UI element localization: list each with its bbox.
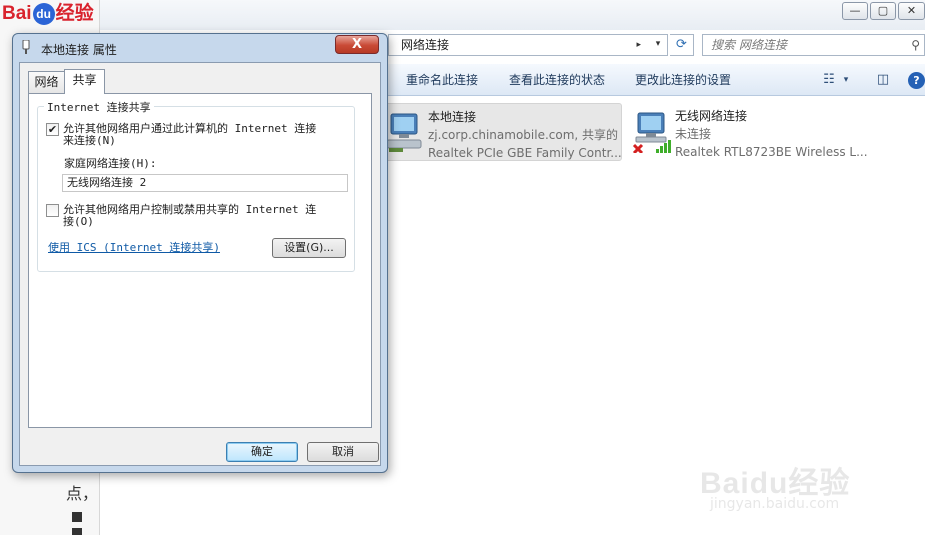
address-dropdown-icon[interactable]: ▾ (648, 34, 668, 56)
address-path[interactable]: 网络连接 (401, 38, 449, 52)
connection-local-text: 本地连接 zj.corp.chinamobile.com, 共享的 Realte… (428, 108, 622, 162)
dialog-titlebar[interactable]: 本地连接 属性 X (13, 34, 387, 62)
settings-button[interactable]: 设置(G)... (272, 238, 346, 258)
view-options-icon[interactable]: ☷ (820, 72, 838, 88)
connection-wireless[interactable]: 无线网络连接 未连接 Realtek RTL8723BE Wireless L.… (628, 103, 888, 161)
sharing-tab-panel: Internet 连接共享 ✔ 允许其他网络用户通过此计算机的 Internet… (28, 93, 372, 428)
baidu-watermark: Baidu经验 jingyan.baidu.com (700, 440, 880, 520)
watermark-url: jingyan.baidu.com (710, 496, 840, 512)
connection-wireless-text: 无线网络连接 未连接 Realtek RTL8723BE Wireless L.… (675, 107, 868, 161)
dialog-title: 本地连接 属性 (41, 43, 117, 57)
allow-control-checkbox[interactable] (46, 204, 59, 217)
home-network-label: 家庭网络连接(H): (64, 157, 157, 170)
maximize-button[interactable]: ▢ (870, 2, 896, 20)
allow-control-label: 允许其他网络用户控制或禁用共享的 Internet 连 (63, 203, 317, 216)
allow-connect-label-2: 来连接(N) (63, 134, 116, 147)
ics-help-link[interactable]: 使用 ICS (Internet 连接共享) (48, 239, 220, 255)
connection-name: 无线网络连接 (675, 109, 748, 123)
dialog-body: 网络 共享 Internet 连接共享 ✔ 允许其他网络用户通过此计算机的 In… (19, 62, 381, 466)
minimize-button[interactable]: — (842, 2, 868, 20)
dialog-close-button[interactable]: X (335, 35, 379, 54)
refresh-icon[interactable]: ⟳ (670, 34, 694, 56)
address-bar[interactable]: 网络连接 ▸ (388, 34, 668, 56)
logo-paw: du (32, 2, 55, 25)
preview-pane-icon[interactable]: ◫ (874, 72, 892, 88)
home-network-field[interactable]: 无线网络连接 2 (62, 174, 348, 192)
ics-group: Internet 连接共享 ✔ 允许其他网络用户通过此计算机的 Internet… (37, 99, 355, 272)
background-icon (72, 512, 82, 522)
connection-name: 本地连接 (428, 110, 477, 124)
screen: Bai du 经验 点， — ▢ ✕ 网络连接 ▸ ▾ ⟳ 搜索 网络连接 ⚲ 重命… (0, 0, 925, 535)
wired-connection-icon (386, 113, 422, 152)
rename-connection-button[interactable]: 重命名此连接 (406, 64, 478, 96)
allow-connect-checkbox[interactable]: ✔ (46, 123, 59, 136)
change-settings-button[interactable]: 更改此连接的设置 (635, 64, 731, 96)
connection-local[interactable]: 本地连接 zj.corp.chinamobile.com, 共享的 Realte… (380, 103, 622, 161)
connection-network: zj.corp.chinamobile.com, 共享的 (428, 128, 619, 142)
ok-button[interactable]: 确定 (226, 442, 298, 462)
breadcrumb-arrow-icon[interactable]: ▸ (636, 35, 641, 55)
connection-device: Realtek RTL8723BE Wireless L... (675, 145, 868, 159)
view-dropdown-icon[interactable]: ▾ (840, 72, 852, 88)
connection-device: Realtek PCIe GBE Family Contr... (428, 146, 622, 160)
search-input[interactable]: 搜索 网络连接 ⚲ (702, 34, 925, 56)
baidu-logo: Bai du 经验 (0, 0, 100, 30)
background-icon-2 (72, 528, 82, 535)
logo-text-right: 经验 (55, 3, 94, 24)
ics-group-title: Internet 连接共享 (44, 99, 154, 115)
tab-network[interactable]: 网络 (28, 71, 65, 93)
allow-control-label-2: 接(O) (63, 215, 94, 228)
tab-sharing[interactable]: 共享 (64, 69, 105, 94)
close-window-button[interactable]: ✕ (898, 2, 925, 20)
cancel-button[interactable]: 取消 (307, 442, 379, 462)
search-placeholder: 搜索 网络连接 (711, 38, 787, 52)
network-adapter-icon (22, 40, 30, 54)
window-titlebar: — ▢ ✕ (100, 0, 925, 30)
background-text: 点， (66, 484, 99, 503)
connection-status: 未连接 (675, 127, 712, 141)
wireless-connection-icon (632, 112, 671, 153)
search-icon[interactable]: ⚲ (911, 35, 920, 55)
logo-text-left: Bai (2, 3, 32, 24)
view-status-button[interactable]: 查看此连接的状态 (509, 64, 605, 96)
help-icon[interactable]: ? (908, 72, 925, 89)
properties-dialog: 本地连接 属性 X 网络 共享 Internet 连接共享 ✔ 允许其他网络用户… (12, 33, 388, 473)
